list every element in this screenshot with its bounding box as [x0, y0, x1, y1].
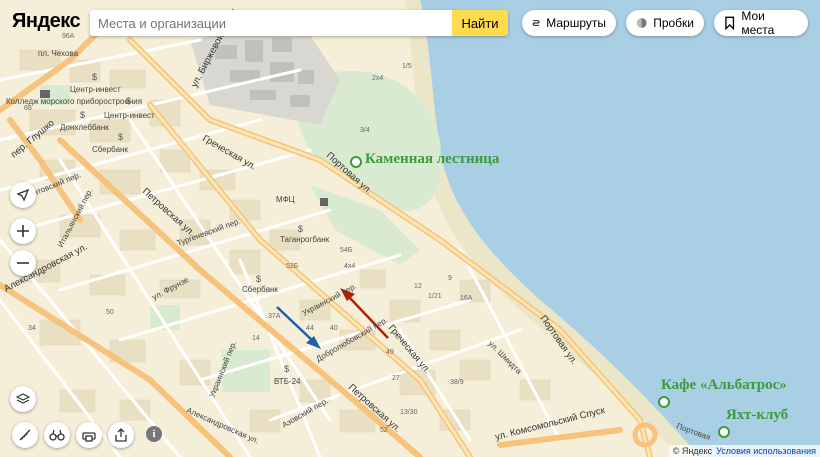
svg-text:3/4: 3/4 [360, 127, 370, 134]
locate-icon [16, 188, 30, 202]
svg-text:12: 12 [414, 283, 422, 290]
search-button[interactable]: Найти [452, 10, 508, 36]
label-center-invest-1: Центр-инвест [70, 85, 121, 94]
binoculars-icon [49, 429, 65, 441]
monument-icon [320, 198, 328, 206]
svg-text:52: 52 [380, 427, 388, 434]
zoom-out-icon [17, 262, 29, 264]
copyright: © Яндекс Условия использования [668, 445, 820, 457]
bank-icon: $ [80, 110, 85, 120]
zoom-in-button[interactable] [10, 218, 36, 244]
school-icon [40, 90, 50, 98]
traffic-button[interactable]: Пробки [626, 10, 704, 36]
locate-button[interactable] [10, 182, 36, 208]
label-donkhlebbank: Донхлеббанк [60, 123, 109, 132]
my-places-button[interactable]: Мои места [714, 9, 808, 37]
label-center-invest-2: Центр-инвест [104, 111, 155, 120]
svg-text:1/21: 1/21 [428, 293, 442, 300]
layers-button[interactable] [10, 386, 36, 412]
zoom-in-icon [17, 225, 29, 237]
bookmark-icon [725, 16, 735, 30]
stone-stairs-label: Каменная лестница [365, 151, 500, 167]
share-icon [115, 428, 127, 442]
svg-text:34: 34 [28, 325, 36, 332]
label-mfc: МФЦ [276, 195, 295, 204]
panorama-button[interactable] [44, 422, 70, 448]
bank-icon: $ [284, 364, 289, 374]
svg-text:50: 50 [106, 309, 114, 316]
stone-stairs-marker[interactable]: Каменная лестница [350, 151, 500, 168]
print-button[interactable] [76, 422, 102, 448]
svg-text:40: 40 [330, 325, 338, 332]
ruler-button[interactable] [12, 422, 38, 448]
label-sberbank-1: Сбербанк [92, 145, 128, 154]
svg-text:52Б: 52Б [286, 263, 299, 270]
info-icon[interactable]: i [146, 426, 162, 442]
bank-icon: $ [118, 132, 123, 142]
svg-text:9: 9 [448, 275, 452, 282]
ruler-icon [19, 429, 31, 441]
layers-icon [16, 393, 30, 404]
svg-text:54Б: 54Б [340, 247, 353, 254]
search-box: Найти [90, 10, 508, 36]
bank-icon: $ [298, 224, 303, 234]
traffic-icon [636, 18, 647, 28]
my-places-label: Мои места [741, 9, 775, 37]
zoom-out-button[interactable] [10, 250, 36, 276]
print-icon [82, 432, 96, 442]
terms-link[interactable]: Условия использования [716, 446, 816, 456]
svg-text:4х4: 4х4 [344, 263, 355, 270]
yacht-club-label: Яхт-клуб [726, 407, 788, 423]
svg-text:27: 27 [392, 375, 400, 382]
svg-text:13/30: 13/30 [400, 409, 418, 416]
bank-icon: $ [126, 96, 131, 106]
search-input[interactable] [90, 10, 452, 36]
svg-text:37А: 37А [268, 313, 281, 320]
street-chekhova: пл. Чехова [38, 49, 79, 58]
label-taganrogbank: Таганрогбанк [280, 235, 330, 244]
map-canvas[interactable]: Каменная лестница Кафе «Альбатрос» Яхт-к… [0, 0, 820, 457]
svg-text:1/5: 1/5 [402, 63, 412, 70]
cafe-label: Кафе «Альбатрос» [661, 377, 787, 393]
traffic-label: Пробки [653, 16, 694, 30]
share-button[interactable] [108, 422, 134, 448]
bank-icon: $ [92, 72, 97, 82]
route-icon [532, 20, 540, 26]
svg-text:16А: 16А [460, 295, 473, 302]
svg-text:38/9: 38/9 [450, 379, 464, 386]
top-bar: Яндекс Найти Маршруты Пробки Мои места [0, 0, 820, 44]
label-sberbank-2: Сбербанк [242, 285, 278, 294]
routes-button[interactable]: Маршруты [522, 10, 616, 36]
label-vtb: ВТБ-24 [274, 377, 301, 386]
svg-text:44: 44 [306, 325, 314, 332]
svg-text:68: 68 [24, 105, 32, 112]
bank-icon: $ [256, 274, 261, 284]
yandex-logo[interactable]: Яндекс [12, 10, 81, 33]
svg-text:14: 14 [252, 335, 260, 342]
routes-label: Маршруты [546, 16, 606, 30]
svg-text:2х4: 2х4 [372, 75, 383, 82]
copyright-text: © Яндекс [672, 446, 713, 456]
svg-text:49: 49 [386, 349, 394, 356]
